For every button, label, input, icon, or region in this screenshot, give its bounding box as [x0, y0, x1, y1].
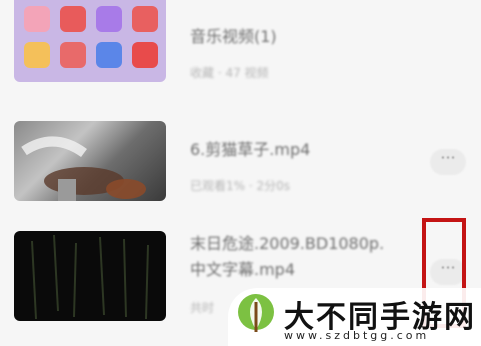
playlist-thumbnail[interactable] [14, 0, 166, 82]
app-icon [24, 6, 50, 32]
app-icon [96, 6, 122, 32]
app-icon [60, 6, 86, 32]
item-title-line1[interactable]: 末日危途.2009.BD1080p. [190, 233, 384, 255]
video-frame-image [21, 136, 146, 201]
app-icon [60, 42, 86, 68]
item-title[interactable]: 6.剪猫草子.mp4 [190, 139, 310, 161]
list-item[interactable]: 6.剪猫草子.mp4 已观看1% · 2分0s ··· [0, 115, 481, 225]
site-watermark: 大不同手游网 www.szdbtgg.com [228, 288, 481, 346]
item-meta: 共时 [190, 301, 215, 315]
video-list-screen: 音乐视频(1) 收藏 · 47 视频 6.剪猫草子.mp4 已观看1% · 2分… [0, 0, 481, 346]
app-icon [24, 42, 50, 68]
more-dots-icon[interactable]: ··· [430, 149, 466, 175]
list-item[interactable]: 音乐视频(1) 收藏 · 47 视频 [0, 0, 481, 110]
app-icon-grid [24, 6, 158, 68]
video-frame-image [31, 234, 149, 320]
video-thumbnail[interactable] [14, 231, 166, 321]
app-icon [96, 42, 122, 68]
video-thumbnail[interactable] [14, 121, 166, 201]
leaf-logo-icon [238, 294, 274, 332]
item-title-line2[interactable]: 中文字幕.mp4 [190, 259, 295, 281]
app-icon [132, 42, 158, 68]
item-title[interactable]: 音乐视频(1) [190, 26, 277, 48]
watermark-url: www.szdbtgg.com [284, 329, 430, 342]
app-icon [132, 6, 158, 32]
item-meta: 收藏 · 47 视频 [190, 66, 269, 80]
item-meta: 已观看1% · 2分0s [190, 179, 291, 193]
